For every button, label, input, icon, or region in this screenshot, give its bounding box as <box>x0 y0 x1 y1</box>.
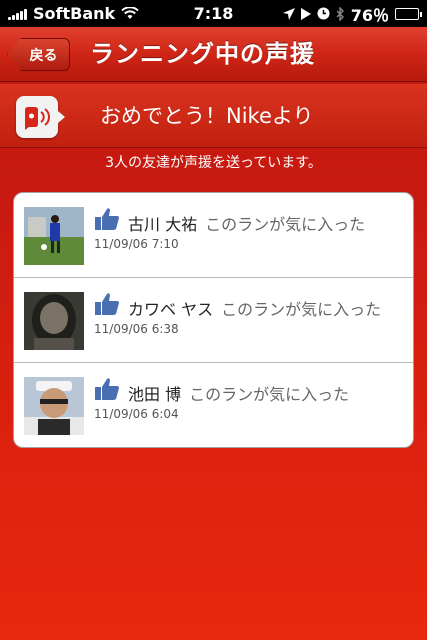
location-arrow-icon <box>282 7 295 20</box>
thumbs-up-icon <box>95 208 119 230</box>
thumbs-up-icon <box>95 378 119 400</box>
back-button[interactable]: 戻る <box>7 38 70 71</box>
list-item[interactable]: 古川 大祐 このランが気に入った 11/09/06 7:10 <box>14 193 413 278</box>
friend-name: 古川 大祐 <box>128 215 198 234</box>
nav-bar: 戻る ランニング中の声援 <box>0 27 427 82</box>
thumbs-up-icon <box>95 293 119 315</box>
avatar <box>24 377 84 435</box>
cheer-datetime: 11/09/06 6:38 <box>94 322 179 336</box>
cheer-datetime: 11/09/06 7:10 <box>94 237 179 251</box>
carrier-label: SoftBank <box>33 4 116 23</box>
cheer-text: 古川 大祐 このランが気に入った <box>128 211 365 235</box>
cheer-action: このランが気に入った <box>221 300 382 319</box>
banner-message: おめでとう！Nikeより <box>100 104 314 128</box>
avatar <box>24 207 84 265</box>
cheer-action: このランが気に入った <box>205 215 366 234</box>
cheer-speaker-icon <box>16 96 65 138</box>
status-bar: SoftBank 7:18 76％ <box>0 0 427 27</box>
cheers-list: 古川 大祐 このランが気に入った 11/09/06 7:10 カワベ ヤス このラン… <box>13 192 414 448</box>
cheer-banner[interactable]: おめでとう！Nikeより <box>0 84 427 148</box>
status-right: 76％ <box>282 2 422 26</box>
page-title: ランニング中の声援 <box>90 40 315 68</box>
play-icon <box>300 7 311 20</box>
cheer-text: カワベ ヤス このランが気に入った <box>128 296 381 320</box>
alarm-clock-icon <box>317 7 330 20</box>
cheers-count-text: 3人の友達が声援を送っています。 <box>105 155 322 171</box>
cheer-datetime: 11/09/06 6:04 <box>94 407 179 421</box>
battery-percent: 76％ <box>350 5 389 25</box>
status-left: SoftBank <box>8 4 139 23</box>
cheer-text: 池田 博このランが気に入った <box>128 381 349 405</box>
friend-name: 池田 博 <box>128 385 182 404</box>
battery-icon <box>395 7 422 20</box>
wifi-icon <box>121 7 139 19</box>
signal-icon <box>8 8 27 20</box>
list-item[interactable]: 池田 博このランが気に入った 11/09/06 6:04 <box>14 363 413 447</box>
avatar <box>24 292 84 350</box>
friend-name: カワベ ヤス <box>128 300 214 319</box>
list-item[interactable]: カワベ ヤス このランが気に入った 11/09/06 6:38 <box>14 278 413 363</box>
cheer-action: このランが気に入った <box>189 385 350 404</box>
bluetooth-icon <box>336 6 344 21</box>
